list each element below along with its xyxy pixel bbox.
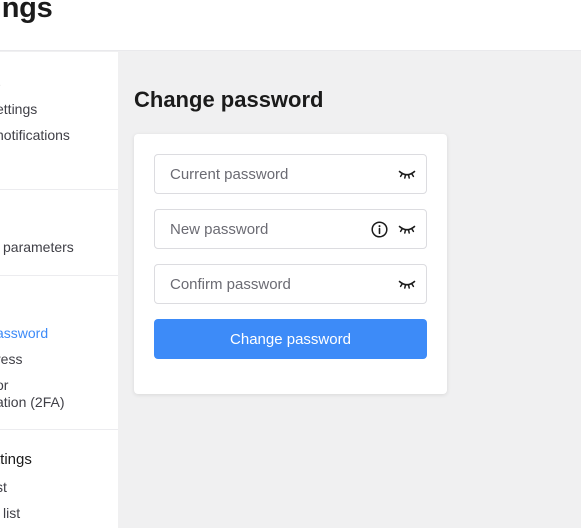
sidebar-item-address[interactable]: ress [0, 351, 22, 368]
sidebar-item-settings[interactable]: ettings [0, 101, 37, 118]
sidebar-item-2fa[interactable]: or ation (2FA) [0, 377, 64, 411]
top-header: ings [0, 0, 581, 51]
eye-closed-icon[interactable] [398, 277, 416, 291]
sidebar-item-2fa-line1: or [0, 377, 9, 393]
sidebar-item-password[interactable]: assword [0, 325, 48, 342]
confirm-password-field [154, 264, 427, 304]
sidebar-heading-settings: ttings [0, 451, 32, 468]
current-password-input[interactable] [155, 155, 426, 193]
change-password-button[interactable]: Change password [154, 319, 427, 359]
sidebar-divider [0, 429, 118, 430]
sidebar-item-2fa-line2: ation (2FA) [0, 394, 65, 410]
sidebar-item-list[interactable]: st [0, 479, 7, 496]
current-password-field [154, 154, 427, 194]
confirm-password-input[interactable] [155, 265, 426, 303]
eye-closed-icon[interactable] [398, 167, 416, 181]
page-title: ings [0, 0, 53, 24]
change-password-card: Change password [134, 134, 447, 394]
eye-closed-icon[interactable] [398, 222, 416, 236]
sidebar-item-parameters[interactable]: l parameters [0, 239, 74, 256]
sidebar-divider [0, 189, 118, 190]
sidebar-item-notifications[interactable]: notifications [0, 127, 70, 144]
sidebar-divider [0, 275, 118, 276]
change-password-heading: Change password [134, 87, 324, 112]
new-password-field [154, 209, 427, 249]
settings-sidebar: t ettings notifications l parameters ass… [0, 52, 118, 528]
sidebar-item-ip-list[interactable]: l list [0, 505, 20, 522]
info-icon[interactable] [371, 221, 388, 238]
